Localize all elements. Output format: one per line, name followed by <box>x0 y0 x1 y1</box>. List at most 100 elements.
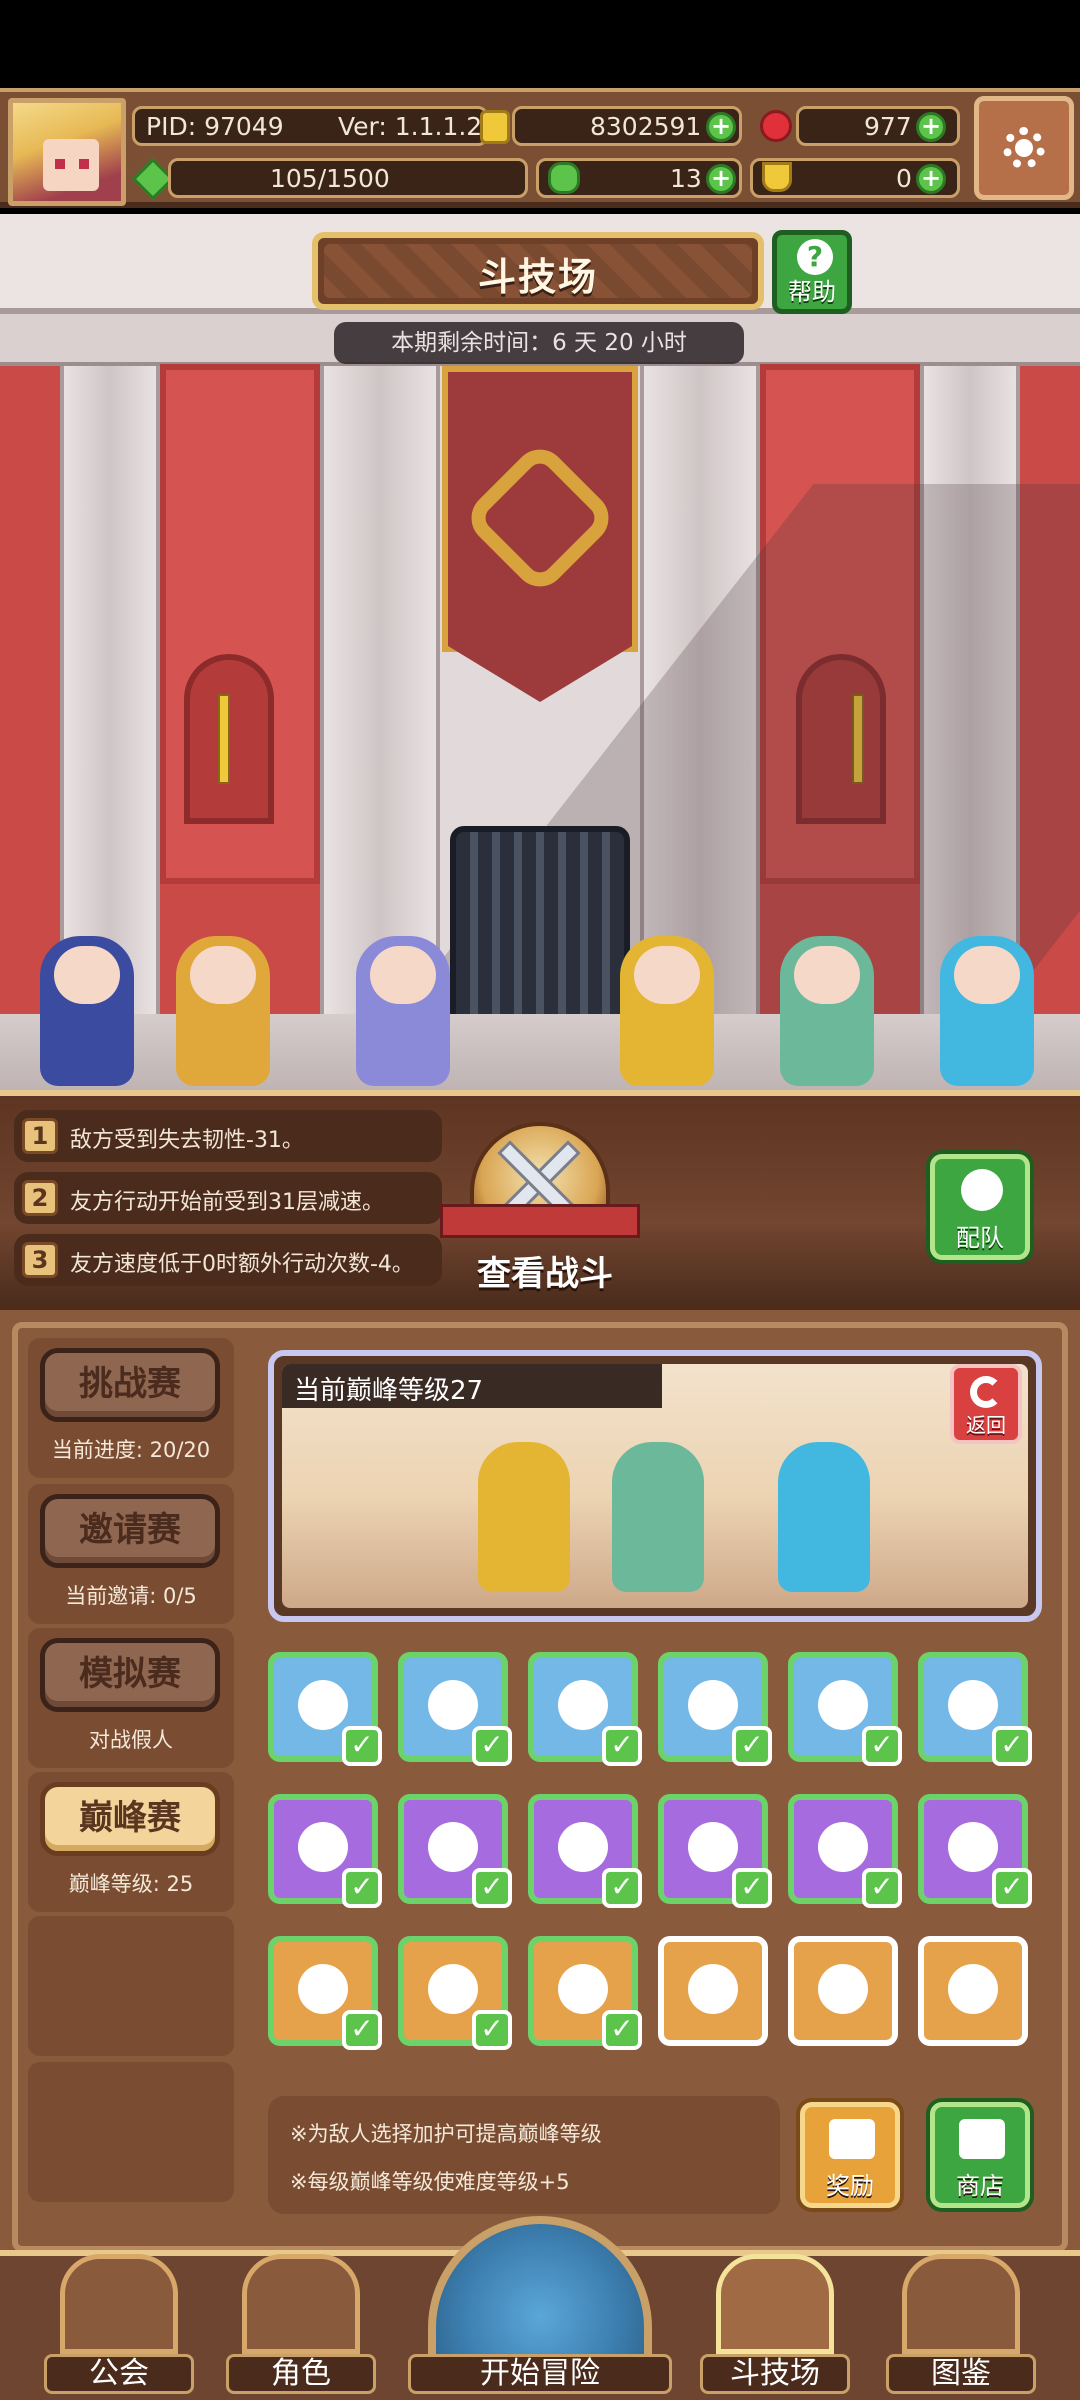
return-arrow-icon <box>970 1376 1002 1408</box>
buff-tile[interactable] <box>658 1936 768 2046</box>
sleep-icon <box>428 1964 478 2014</box>
hero-sprite <box>356 936 450 1086</box>
back-button[interactable]: 返回 <box>950 1364 1022 1444</box>
help-label: 帮助 <box>788 278 836 306</box>
checkmark-icon: ✓ <box>342 1868 382 1908</box>
mode-simulation: 模拟赛 对战假人 <box>28 1628 234 1768</box>
nav-adventure[interactable]: 开始冒险 <box>408 2216 672 2400</box>
buff-tile[interactable]: ✓ <box>528 1794 642 1908</box>
shop-button[interactable]: 商店 <box>930 2102 1030 2208</box>
buff-tile[interactable]: ✓ <box>398 1794 512 1908</box>
buff-tile[interactable]: ✓ <box>658 1794 772 1908</box>
nav-codex[interactable]: 图鉴 <box>886 2254 1036 2394</box>
trophy-icon <box>762 162 792 192</box>
settings-button[interactable] <box>974 96 1074 200</box>
gold-coin-icon <box>480 110 510 144</box>
fist-icon <box>298 1964 348 2014</box>
empty-slot <box>28 1916 234 2056</box>
buff-tile[interactable]: ✓ <box>788 1652 902 1766</box>
help-button[interactable]: ? 帮助 <box>772 230 852 314</box>
player-avatar[interactable] <box>8 98 126 206</box>
nav-character[interactable]: 角色 <box>226 2254 376 2394</box>
buff-tile[interactable]: ✓ <box>918 1794 1032 1908</box>
reward-button[interactable]: 奖励 <box>800 2102 900 2208</box>
nav-codex-label: 图鉴 <box>886 2354 1036 2394</box>
back-label: 返回 <box>966 1413 1006 1437</box>
rule-item: 2 友方行动开始前受到31层减速。 <box>14 1172 442 1224</box>
buff-tile[interactable] <box>918 1936 1028 2046</box>
checkmark-icon: ✓ <box>602 2010 642 2050</box>
top-hud: PID: 97049 Ver: 1.1.1.2 8302591 + 977 + … <box>0 88 1080 208</box>
clover-icon <box>548 162 580 194</box>
buff-tile[interactable]: ✓ <box>268 1652 382 1766</box>
peak-panel: 挑战赛 当前进度: 20/20 邀请赛 当前邀请: 0/5 模拟赛 对战假人 巅… <box>0 1302 1080 2252</box>
buff-tile[interactable]: ✓ <box>918 1652 1032 1766</box>
checkmark-icon: ✓ <box>472 2010 512 2050</box>
checkmark-icon: ✓ <box>992 1868 1032 1908</box>
add-gold-button[interactable]: + <box>706 112 736 142</box>
gold-amount: 8302591 <box>590 112 702 141</box>
gem-amount: 977 <box>864 112 912 141</box>
nav-character-label: 角色 <box>226 2354 376 2394</box>
nav-arena-label: 斗技场 <box>700 2354 850 2394</box>
sparkle-icon <box>688 1680 738 1730</box>
lightning-icon <box>688 1822 738 1872</box>
tree-icon <box>298 1822 348 1872</box>
guild-icon <box>60 2254 178 2354</box>
reward-label: 奖励 <box>826 2172 874 2200</box>
nav-arena[interactable]: 斗技场 <box>700 2254 850 2394</box>
mode-column: 挑战赛 当前进度: 20/20 邀请赛 当前邀请: 0/5 模拟赛 对战假人 巅… <box>28 1338 234 2236</box>
enemy-sprite <box>612 1442 704 1592</box>
trophy-amount: 0 <box>896 164 912 193</box>
buff-tile[interactable]: ✓ <box>528 1652 642 1766</box>
rule-number: 3 <box>22 1242 58 1278</box>
team-setup-button[interactable]: 配队 <box>930 1154 1030 1260</box>
peak-hints: ※为敌人选择加护可提高巅峰等级 ※每级巅峰等级使难度等级+5 <box>268 2096 780 2214</box>
buff-tile[interactable]: ✓ <box>398 1652 512 1766</box>
buff-tile[interactable]: ✓ <box>268 1794 382 1908</box>
hero-sprite <box>620 936 714 1086</box>
hero-sprite <box>40 936 134 1086</box>
system-status-bar <box>0 0 1080 88</box>
skull-icon <box>948 1822 998 1872</box>
checkmark-icon: ✓ <box>992 1726 1032 1766</box>
invite-mode-button[interactable]: 邀请赛 <box>40 1494 220 1568</box>
checkmark-icon: ✓ <box>732 1868 772 1908</box>
buff-tile[interactable]: ✓ <box>398 1936 512 2050</box>
challenge-mode-button[interactable]: 挑战赛 <box>40 1348 220 1422</box>
checkmark-icon: ✓ <box>862 1726 902 1766</box>
player-id: PID: 97049 <box>146 112 284 141</box>
chest-icon <box>829 2119 875 2159</box>
nav-guild[interactable]: 公会 <box>44 2254 194 2394</box>
sword-ornament-left <box>218 694 230 784</box>
buff-tile[interactable]: ✓ <box>528 1936 642 2050</box>
rule-number: 1 <box>22 1118 58 1154</box>
crossed-swords-icon <box>716 2254 834 2354</box>
arena-title: 斗技场 <box>477 255 598 299</box>
add-clover-button[interactable]: + <box>706 164 736 194</box>
arena-title-plate: 斗技场 <box>312 232 764 310</box>
rule-text: 敌方受到失去韧性-31。 <box>70 1128 304 1153</box>
bottom-nav: 公会 角色 开始冒险 斗技场 图鉴 <box>0 2216 1080 2400</box>
buff-tile[interactable] <box>788 1936 898 2046</box>
checkmark-icon: ✓ <box>732 1726 772 1766</box>
add-trophy-button[interactable]: + <box>916 164 946 194</box>
buff-tile[interactable]: ✓ <box>658 1652 772 1766</box>
claw-icon <box>948 1680 998 1730</box>
checkmark-icon: ✓ <box>342 1726 382 1766</box>
peak-mode-button[interactable]: 巅峰赛 <box>40 1782 220 1856</box>
mode-invite: 邀请赛 当前邀请: 0/5 <box>28 1484 234 1624</box>
red-gem-icon <box>760 110 792 142</box>
clover-amount: 13 <box>670 164 702 193</box>
nav-adventure-label: 开始冒险 <box>408 2354 672 2394</box>
simulation-mode-button[interactable]: 模拟赛 <box>40 1638 220 1712</box>
invite-progress: 当前邀请: 0/5 <box>65 1584 197 1608</box>
challenge-progress: 当前进度: 20/20 <box>51 1438 211 1462</box>
buff-tile[interactable]: ✓ <box>268 1936 382 2050</box>
view-battle-button[interactable]: 查看战斗 <box>440 1122 640 1302</box>
checkmark-icon: ✓ <box>602 1868 642 1908</box>
buff-tile[interactable]: ✓ <box>788 1794 902 1908</box>
gear-icon <box>818 1822 868 1872</box>
question-icon: ? <box>797 239 833 275</box>
add-gems-button[interactable]: + <box>916 112 946 142</box>
